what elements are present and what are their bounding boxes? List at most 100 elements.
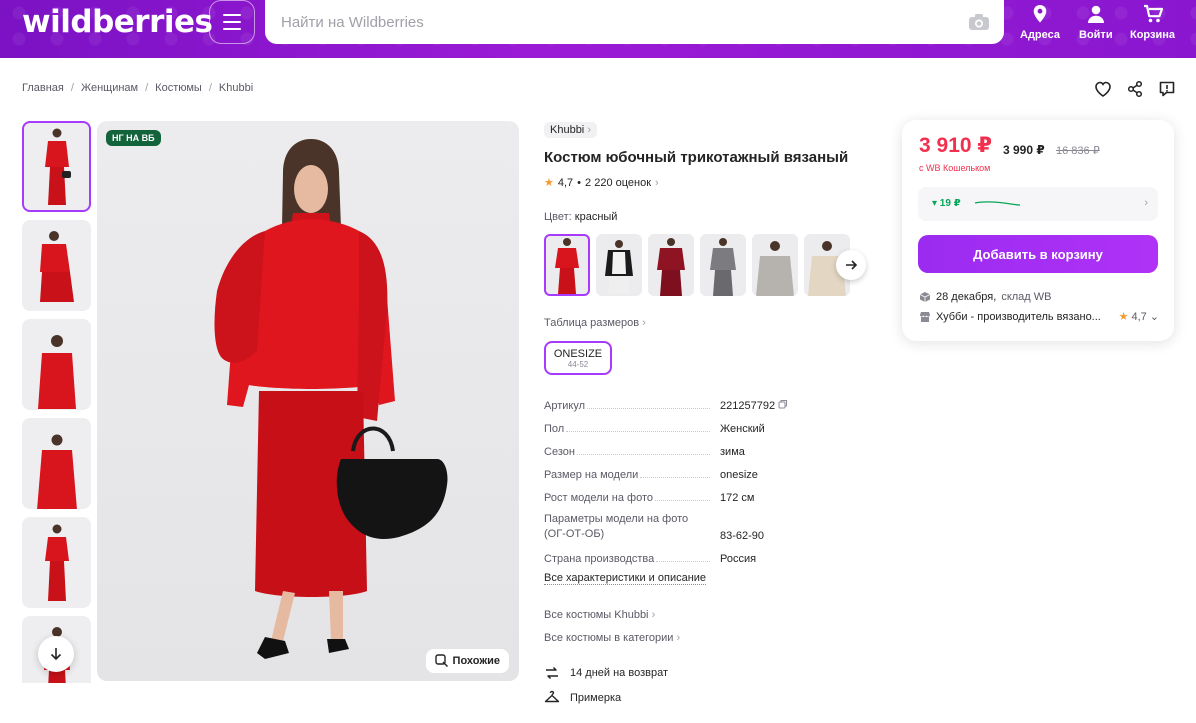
model-figure-icon: [44, 524, 69, 601]
price-card: 3 910 ₽ 3 990 ₽ 16 836 ₽ с WB Кошельком …: [902, 120, 1174, 341]
thumbnail-strip: [22, 121, 91, 683]
thumbnail-image[interactable]: [22, 121, 91, 212]
product-title: Костюм юбочный трикотажный вязаный: [544, 149, 849, 166]
thumbnail-image[interactable]: [22, 319, 91, 410]
login-label: Войти: [1079, 29, 1113, 41]
addresses-label: Адреса: [1020, 29, 1060, 41]
thumbnail-image[interactable]: [22, 418, 91, 509]
copy-icon[interactable]: [778, 399, 788, 409]
wildberries-logo[interactable]: wildberries: [22, 4, 213, 40]
dotted-leader: [587, 408, 710, 409]
spec-key: Размер на модели: [544, 469, 720, 481]
thumbnail-image[interactable]: [22, 220, 91, 311]
user-icon: [1087, 5, 1104, 23]
breadcrumb-item[interactable]: Khubbi: [219, 82, 253, 94]
main-product-photo[interactable]: НГ НА ВБ Похожие: [97, 121, 519, 681]
price-history-button[interactable]: ▾ 19 ₽ ›: [918, 187, 1158, 221]
rating-separator: •: [577, 176, 582, 189]
dotted-leader: [656, 561, 710, 562]
spec-row: Параметры модели на фото (ОГ-ОТ-ОБ) 83-6…: [544, 512, 860, 542]
search-bar: [265, 0, 1004, 44]
chevron-right-icon: ›: [655, 176, 659, 189]
size-range: 44-52: [567, 359, 589, 369]
dotted-leader: [566, 431, 710, 432]
color-label: Цвет: красный: [544, 211, 617, 223]
all-category-suits-label: Все костюмы в категории: [544, 632, 674, 644]
model-figure-icon: [37, 335, 76, 409]
dotted-leader: [576, 454, 710, 455]
seller-link[interactable]: Хубби - производитель вязано... ★ 4,7 ⌄: [919, 310, 1159, 323]
color-variant-burgundy[interactable]: [648, 234, 694, 296]
new-year-badge: НГ НА ВБ: [106, 130, 161, 146]
breadcrumb-item[interactable]: Главная: [22, 82, 64, 94]
addresses-button[interactable]: Адреса: [1020, 4, 1060, 41]
breadcrumb-separator: /: [145, 82, 149, 94]
colors-next-button[interactable]: [836, 250, 866, 280]
color-variant-light-grey[interactable]: [752, 234, 798, 296]
chevron-right-icon: ›: [676, 632, 681, 644]
spec-value: Женский: [720, 423, 765, 435]
spec-row: Артикул 221257792: [544, 397, 860, 412]
thumbnail-image[interactable]: [22, 517, 91, 608]
scroll-thumbnails-down-button[interactable]: [38, 636, 74, 672]
all-characteristics-link[interactable]: Все характеристики и описание: [544, 572, 707, 585]
size-option[interactable]: ONESIZE 44-52: [544, 341, 612, 375]
spec-key: Сезон: [544, 446, 720, 458]
cart-label: Корзина: [1130, 29, 1175, 41]
dotted-leader: [640, 477, 710, 478]
heart-icon[interactable]: [1094, 80, 1112, 98]
camera-icon[interactable]: [968, 13, 990, 31]
login-button[interactable]: Войти: [1079, 4, 1113, 41]
variant-figure-icon: [605, 240, 633, 294]
shop-icon: [920, 311, 930, 322]
similar-button[interactable]: Похожие: [425, 649, 509, 673]
model-figure-icon: [36, 434, 77, 509]
menu-button[interactable]: [209, 0, 255, 44]
breadcrumb-item[interactable]: Костюмы: [155, 82, 202, 94]
add-to-cart-button[interactable]: Добавить в корзину: [918, 235, 1158, 273]
chevron-right-icon: ›: [642, 317, 646, 329]
article-number[interactable]: 221257792: [720, 400, 775, 412]
spec-key: Артикул: [544, 400, 720, 412]
search-input[interactable]: [265, 0, 915, 44]
color-variant-red[interactable]: [544, 234, 590, 296]
breadcrumb: Главная / Женщинам / Костюмы / Khubbi: [22, 82, 253, 94]
spec-key: Рост модели на фото: [544, 492, 720, 504]
spec-row: Рост модели на фото 172 см: [544, 489, 860, 504]
price-trend-sparkline: [974, 201, 1021, 206]
star-icon: ★: [544, 177, 554, 189]
seller-rating-value: 4,7: [1131, 310, 1147, 323]
arrow-right-icon: [846, 260, 858, 270]
spec-value: 172 см: [720, 492, 755, 504]
similar-search-icon: [434, 654, 448, 668]
cart-button[interactable]: Корзина: [1130, 4, 1175, 41]
spec-key-text: Артикул: [544, 400, 588, 412]
share-icon[interactable]: [1126, 80, 1144, 98]
star-icon: ★: [1118, 311, 1129, 323]
spec-value: зима: [720, 446, 745, 458]
spec-key-text: Параметры модели на фото (ОГ-ОТ-ОБ): [544, 512, 704, 542]
breadcrumb-item[interactable]: Женщинам: [81, 82, 138, 94]
spec-row: Размер на модели onesize: [544, 466, 860, 481]
all-category-suits-link[interactable]: Все костюмы в категории ›: [544, 632, 680, 644]
spec-key-text: Рост модели на фото: [544, 492, 656, 504]
color-label-text: Цвет:: [544, 211, 572, 223]
brand-link[interactable]: Khubbi ›: [544, 122, 597, 138]
size-table-link[interactable]: Таблица размеров ›: [544, 317, 646, 329]
all-brand-suits-link[interactable]: Все костюмы Khubbi ›: [544, 609, 655, 621]
breadcrumb-separator: /: [70, 82, 74, 94]
rating-value: 4,7: [557, 176, 574, 189]
arrow-down-icon: [50, 648, 62, 661]
spec-row: Пол Женский: [544, 420, 860, 435]
report-icon[interactable]: [1158, 80, 1176, 98]
rating-link[interactable]: ★ 4,7 • 2 220 оценок ›: [544, 176, 659, 190]
menu-icon-line: [223, 28, 241, 30]
variant-figure-icon: [710, 238, 736, 296]
color-variant-grey[interactable]: [700, 234, 746, 296]
color-variant-black-white[interactable]: [596, 234, 642, 296]
variant-figure-icon: [555, 238, 579, 294]
size-name: ONESIZE: [553, 347, 603, 360]
chevron-right-icon: ›: [1144, 197, 1148, 209]
spec-value: Россия: [720, 553, 757, 565]
return-policy-text: 14 дней на возврат: [570, 667, 668, 679]
